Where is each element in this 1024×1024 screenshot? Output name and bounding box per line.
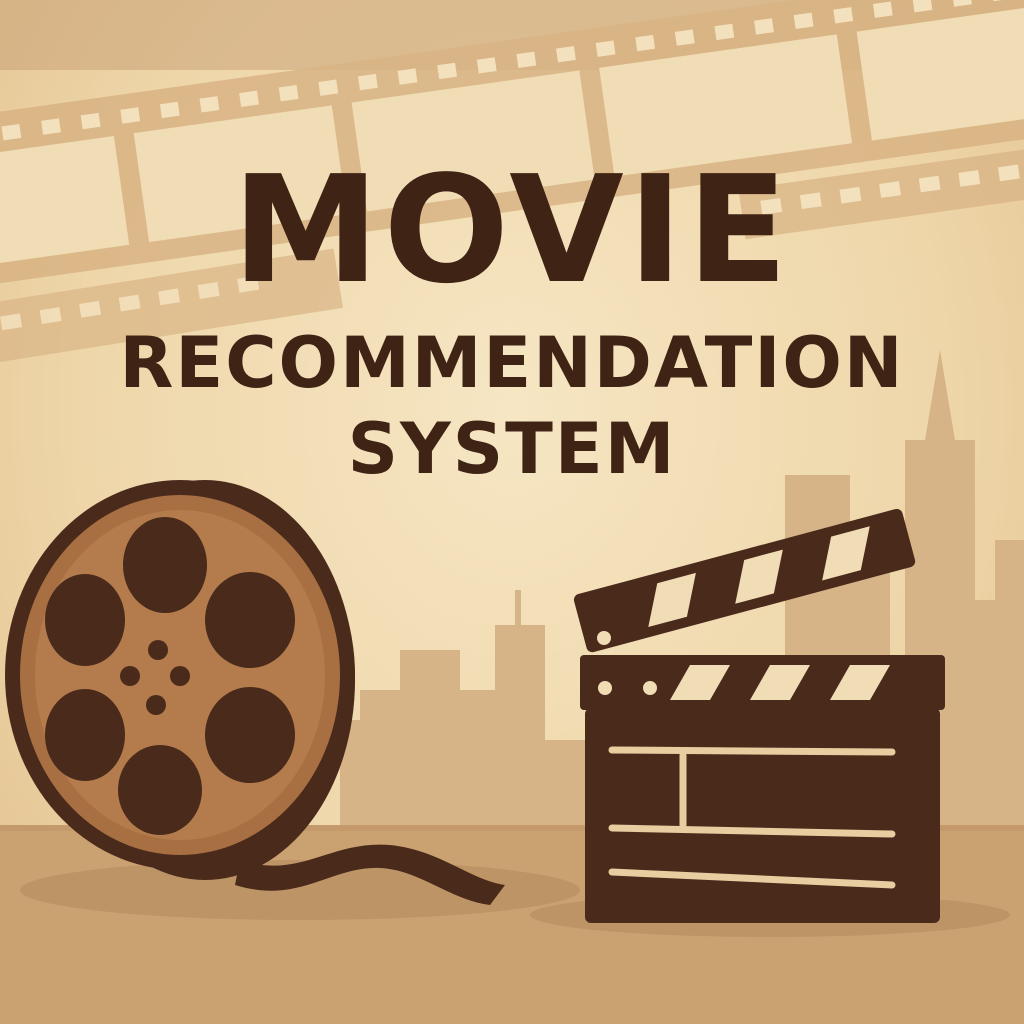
poster: MOVIE RECOMMENDATION SYSTEM bbox=[0, 0, 1024, 1024]
clapperboard-icon bbox=[573, 508, 945, 923]
